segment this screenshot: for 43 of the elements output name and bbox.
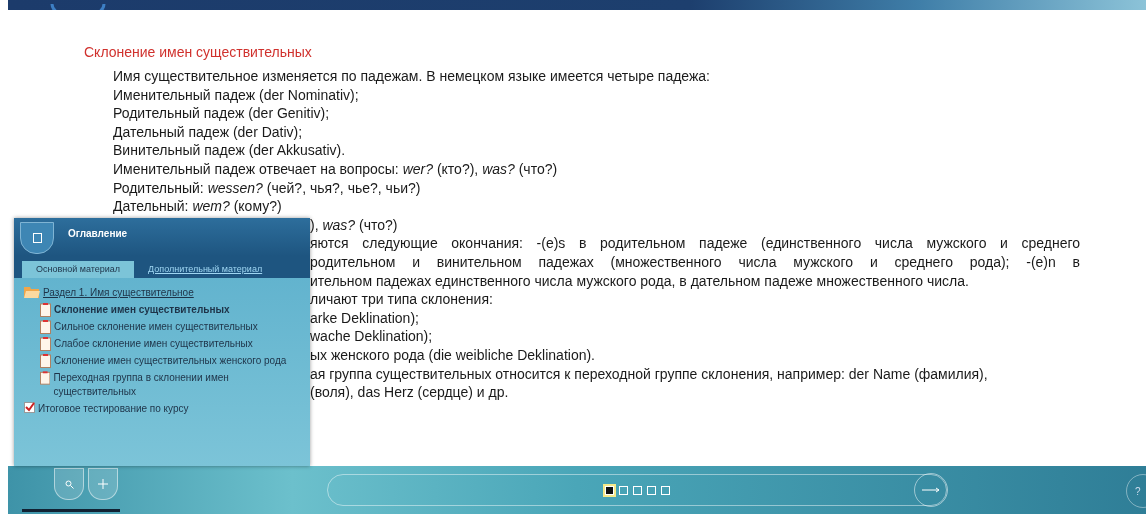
search-button[interactable] (54, 468, 84, 500)
tab[interactable]: Дополнительный материал (134, 261, 277, 278)
text-line: Родительный: wessen? (чей?, чья?, чье?, чьи?) (113, 178, 422, 198)
toc-item[interactable]: Слабое склонение имен существительных (54, 337, 253, 351)
section-heading: Склонение имен существительных (84, 43, 313, 61)
page-icon (40, 320, 51, 334)
folder-icon (24, 286, 40, 298)
text-line: ительном падежах единственного числа мужского рода, в дательном падеже множественного числа. (310, 271, 970, 291)
page-icon (40, 354, 51, 368)
page-icon (40, 337, 51, 351)
toc-item[interactable]: Раздел 1. Имя существительное (43, 286, 194, 300)
toc-item[interactable]: Склонение имен существительных (54, 303, 230, 317)
text-line: (воля), das Herz (сердце) и др. (310, 383, 510, 402)
text-line: Родительный падеж (der Genitiv); (113, 104, 331, 123)
checkbox-icon (24, 402, 35, 413)
text-line: родительном и винительном падежах (множественного числа мужского и среднего рода); -(e)n в (310, 252, 1080, 272)
text-line: Именительный падеж отвечает на вопросы: wer? (кто?), was? (что?) (113, 159, 559, 179)
text-line: яются следующие окончания: -(e)s в родительном падеже (единственного числа мужского и среднего (310, 234, 1080, 253)
text-line: wache Deklination); (310, 327, 434, 346)
move-button[interactable] (88, 468, 118, 500)
text-line: ая группа существительных относится к переходной группе склонения, например: der Name (фамилия), (310, 364, 989, 384)
toc-item[interactable]: Итоговое тестирование по курсу (38, 402, 189, 416)
text-line: Имя существительное изменяется по падежам. В немецком языке имеется четыре падежа: (113, 67, 711, 86)
arrow-icon (922, 487, 940, 493)
page-icon (40, 303, 51, 317)
book-icon (32, 233, 42, 243)
text-line: Дательный: wem? (кому?) (113, 197, 283, 216)
text-line: Винительный падеж (der Akkusativ). (113, 141, 347, 160)
text-line: личают три типа склонения: (310, 290, 494, 309)
panel-title: Оглавление (68, 228, 128, 239)
page-icon (40, 371, 51, 385)
toc-button[interactable] (20, 222, 54, 254)
toc-item[interactable]: Сильное склонение имен существительных (54, 320, 258, 334)
move-icon (98, 479, 108, 489)
text-line: ых женского рода (die weibliche Deklination). (310, 345, 596, 365)
toc-item[interactable]: Переходная группа в склонении имен существительных (53, 371, 300, 399)
text-line: ), was? (что?) (310, 215, 399, 235)
text-line: Именительный падеж (der Nominativ); (113, 85, 360, 105)
toc-item[interactable]: Склонение имен существительных женского рода (54, 354, 287, 368)
tab[interactable]: Основной материал (22, 261, 135, 278)
search-icon (64, 479, 74, 489)
text-line: Дательный падеж (der Dativ); (113, 122, 304, 142)
text-line: arke Deklination); (310, 308, 420, 328)
